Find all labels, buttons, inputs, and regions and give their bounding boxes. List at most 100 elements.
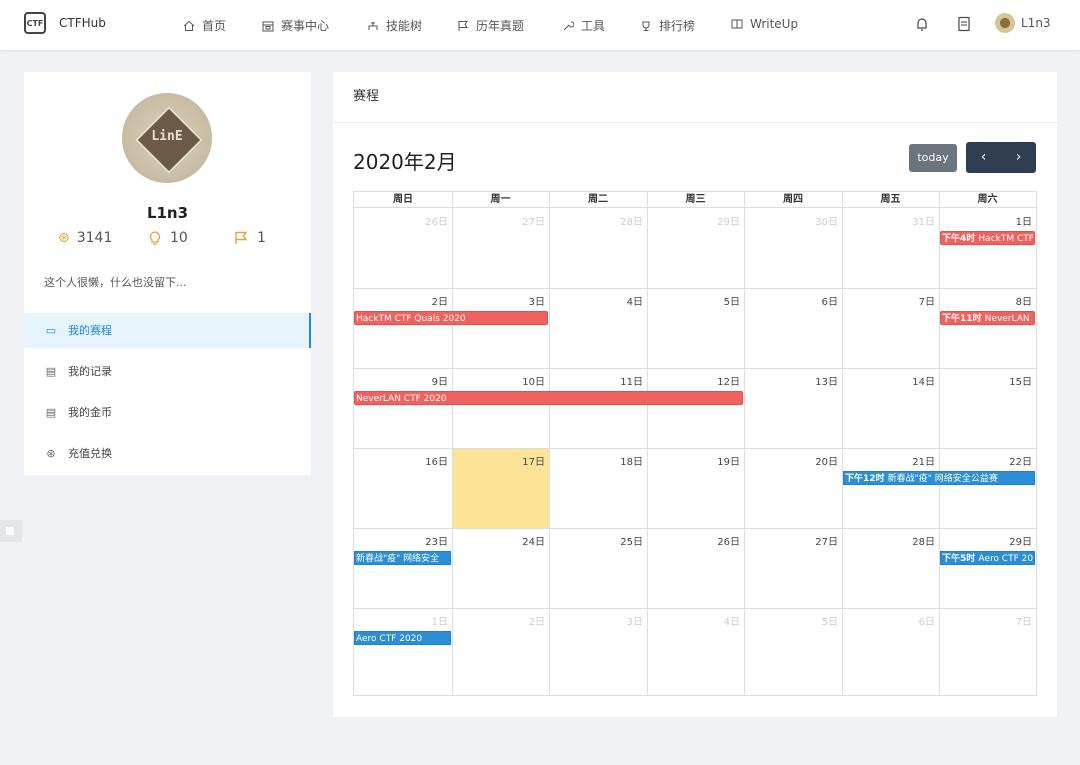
day-number[interactable]: 24日: [453, 533, 545, 548]
day-number[interactable]: 21日: [843, 453, 935, 468]
menu-item-my-schedule[interactable]: ▭ 我的赛程: [24, 313, 311, 348]
day-number[interactable]: 26日: [648, 533, 740, 548]
weekday-header: 周日 周一 周二 周三 周四 周五 周六: [354, 192, 1036, 208]
avatar-text: LinE: [151, 129, 183, 144]
day-number[interactable]: 2日: [356, 293, 448, 308]
coins-stat: ⊛ 3141: [58, 230, 112, 246]
side-collapse-tab[interactable]: [0, 520, 22, 542]
event-time: 下午4时: [942, 234, 979, 244]
menu-item-my-coins[interactable]: ▤ 我的金币: [24, 395, 311, 430]
calendar-event[interactable]: HackTM CTF Quals 2020: [354, 311, 548, 325]
day-number[interactable]: 8日: [940, 293, 1032, 308]
calendar-event[interactable]: Aero CTF 2020: [354, 631, 451, 645]
nav-writeup[interactable]: WriteUp: [731, 17, 798, 31]
profile-stats: ⊛ 3141 10 1: [24, 230, 311, 250]
day-number[interactable]: 28日: [843, 533, 935, 548]
profile-name: L1n3: [146, 204, 189, 222]
bell-icon[interactable]: [915, 16, 929, 32]
schedule-panel: 赛程 2020年2月 today ‹ › 周日 周一 周二 周三 周四 周五 周六 26日 27…: [333, 72, 1057, 717]
nav-events[interactable]: 赛事中心: [262, 17, 329, 34]
profile-bio: 这个人很懒，什么也没留下...: [44, 276, 187, 289]
hints-stat: 10: [149, 230, 188, 246]
day-number[interactable]: 27日: [453, 213, 545, 228]
day-number[interactable]: 1日: [940, 213, 1032, 228]
grid-line: [549, 192, 550, 695]
day-number[interactable]: 4日: [648, 613, 740, 628]
day-number[interactable]: 3日: [453, 293, 545, 308]
day-number[interactable]: 23日: [356, 533, 448, 548]
day-number[interactable]: 7日: [843, 293, 935, 308]
nav-skill-tree[interactable]: 技能树: [367, 17, 422, 34]
day-number[interactable]: 15日: [940, 373, 1032, 388]
day-number[interactable]: 25日: [551, 533, 643, 548]
user-name: L1n3: [1021, 16, 1051, 30]
grid-line: [354, 288, 1036, 289]
day-number[interactable]: 14日: [843, 373, 935, 388]
day-number[interactable]: 29日: [940, 533, 1032, 548]
day-number[interactable]: 7日: [940, 613, 1032, 628]
day-number[interactable]: 26日: [356, 213, 448, 228]
day-number[interactable]: 4日: [551, 293, 643, 308]
calendar-event[interactable]: 下午4时 HackTM CTF: [940, 231, 1035, 245]
grid-line: [354, 528, 1036, 529]
day-number[interactable]: 20日: [746, 453, 838, 468]
day-number[interactable]: 30日: [746, 213, 838, 228]
grid-line: [354, 608, 1036, 609]
day-number[interactable]: 10日: [453, 373, 545, 388]
day-number[interactable]: 27日: [746, 533, 838, 548]
day-number[interactable]: 2日: [453, 613, 545, 628]
day-number[interactable]: 19日: [648, 453, 740, 468]
day-number[interactable]: 12日: [648, 373, 740, 388]
day-number[interactable]: 6日: [843, 613, 935, 628]
calendar-event[interactable]: NeverLAN CTF 2020: [354, 391, 743, 405]
day-number[interactable]: 1日: [356, 613, 448, 628]
day-number[interactable]: 17日: [453, 453, 545, 468]
day-number[interactable]: 29日: [648, 213, 740, 228]
event-time: 下午5时: [942, 554, 979, 564]
day-number[interactable]: 18日: [551, 453, 643, 468]
menu-item-recharge[interactable]: ⊛ 充值兑换: [24, 436, 311, 471]
record-icon: ▤: [45, 365, 57, 378]
prev-month-button[interactable]: ‹: [966, 142, 1001, 173]
calendar-icon: ▭: [45, 324, 57, 337]
grid-line: [354, 448, 1036, 449]
day-number[interactable]: 16日: [356, 453, 448, 468]
flag-icon: [458, 20, 468, 31]
brand-logo[interactable]: CTF CTFHub: [24, 12, 106, 34]
day-number[interactable]: 5日: [746, 613, 838, 628]
day-number[interactable]: 9日: [356, 373, 448, 388]
grid-line: [744, 192, 745, 695]
nav-past-challenges[interactable]: 历年真题: [457, 17, 524, 34]
day-number[interactable]: 28日: [551, 213, 643, 228]
nav-home-label: 首页: [202, 19, 227, 33]
user-menu[interactable]: L1n3: [995, 13, 1051, 33]
coins-value: 3141: [76, 230, 113, 246]
next-month-button[interactable]: ›: [1001, 142, 1036, 173]
calendar-event[interactable]: 下午11时 NeverLAN: [940, 311, 1035, 325]
coin-icon: ⊛: [58, 230, 70, 246]
notes-icon[interactable]: [957, 16, 971, 32]
day-number[interactable]: 6日: [746, 293, 838, 308]
book-icon: [731, 19, 743, 29]
day-number[interactable]: 3日: [551, 613, 643, 628]
nav-tools[interactable]: 工具: [562, 17, 605, 34]
event-title: NeverLAN: [984, 314, 1030, 324]
calendar-icon: [262, 21, 274, 31]
event-title: HackTM CTF: [978, 234, 1034, 244]
nav-home[interactable]: 首页: [183, 17, 226, 34]
calendar-event[interactable]: 下午12时 新春战"疫" 网络安全公益赛: [843, 471, 1035, 485]
day-number[interactable]: 5日: [648, 293, 740, 308]
day-number[interactable]: 22日: [940, 453, 1032, 468]
menu-item-my-records[interactable]: ▤ 我的记录: [24, 354, 311, 389]
calendar-event[interactable]: 下午5时 Aero CTF 20: [940, 551, 1035, 565]
day-number[interactable]: 11日: [551, 373, 643, 388]
menu-item-label: 充值兑换: [68, 447, 112, 460]
event-title: 新春战"疫" 网络安全公益赛: [887, 474, 998, 484]
day-number[interactable]: 13日: [746, 373, 838, 388]
side-tab-icon: [6, 527, 14, 535]
today-button[interactable]: today: [909, 144, 957, 172]
nav-leaderboard[interactable]: 排行榜: [640, 17, 695, 34]
day-number[interactable]: 31日: [843, 213, 935, 228]
home-icon: [183, 20, 195, 31]
calendar-event[interactable]: 新春战"疫" 网络安全: [354, 551, 451, 565]
